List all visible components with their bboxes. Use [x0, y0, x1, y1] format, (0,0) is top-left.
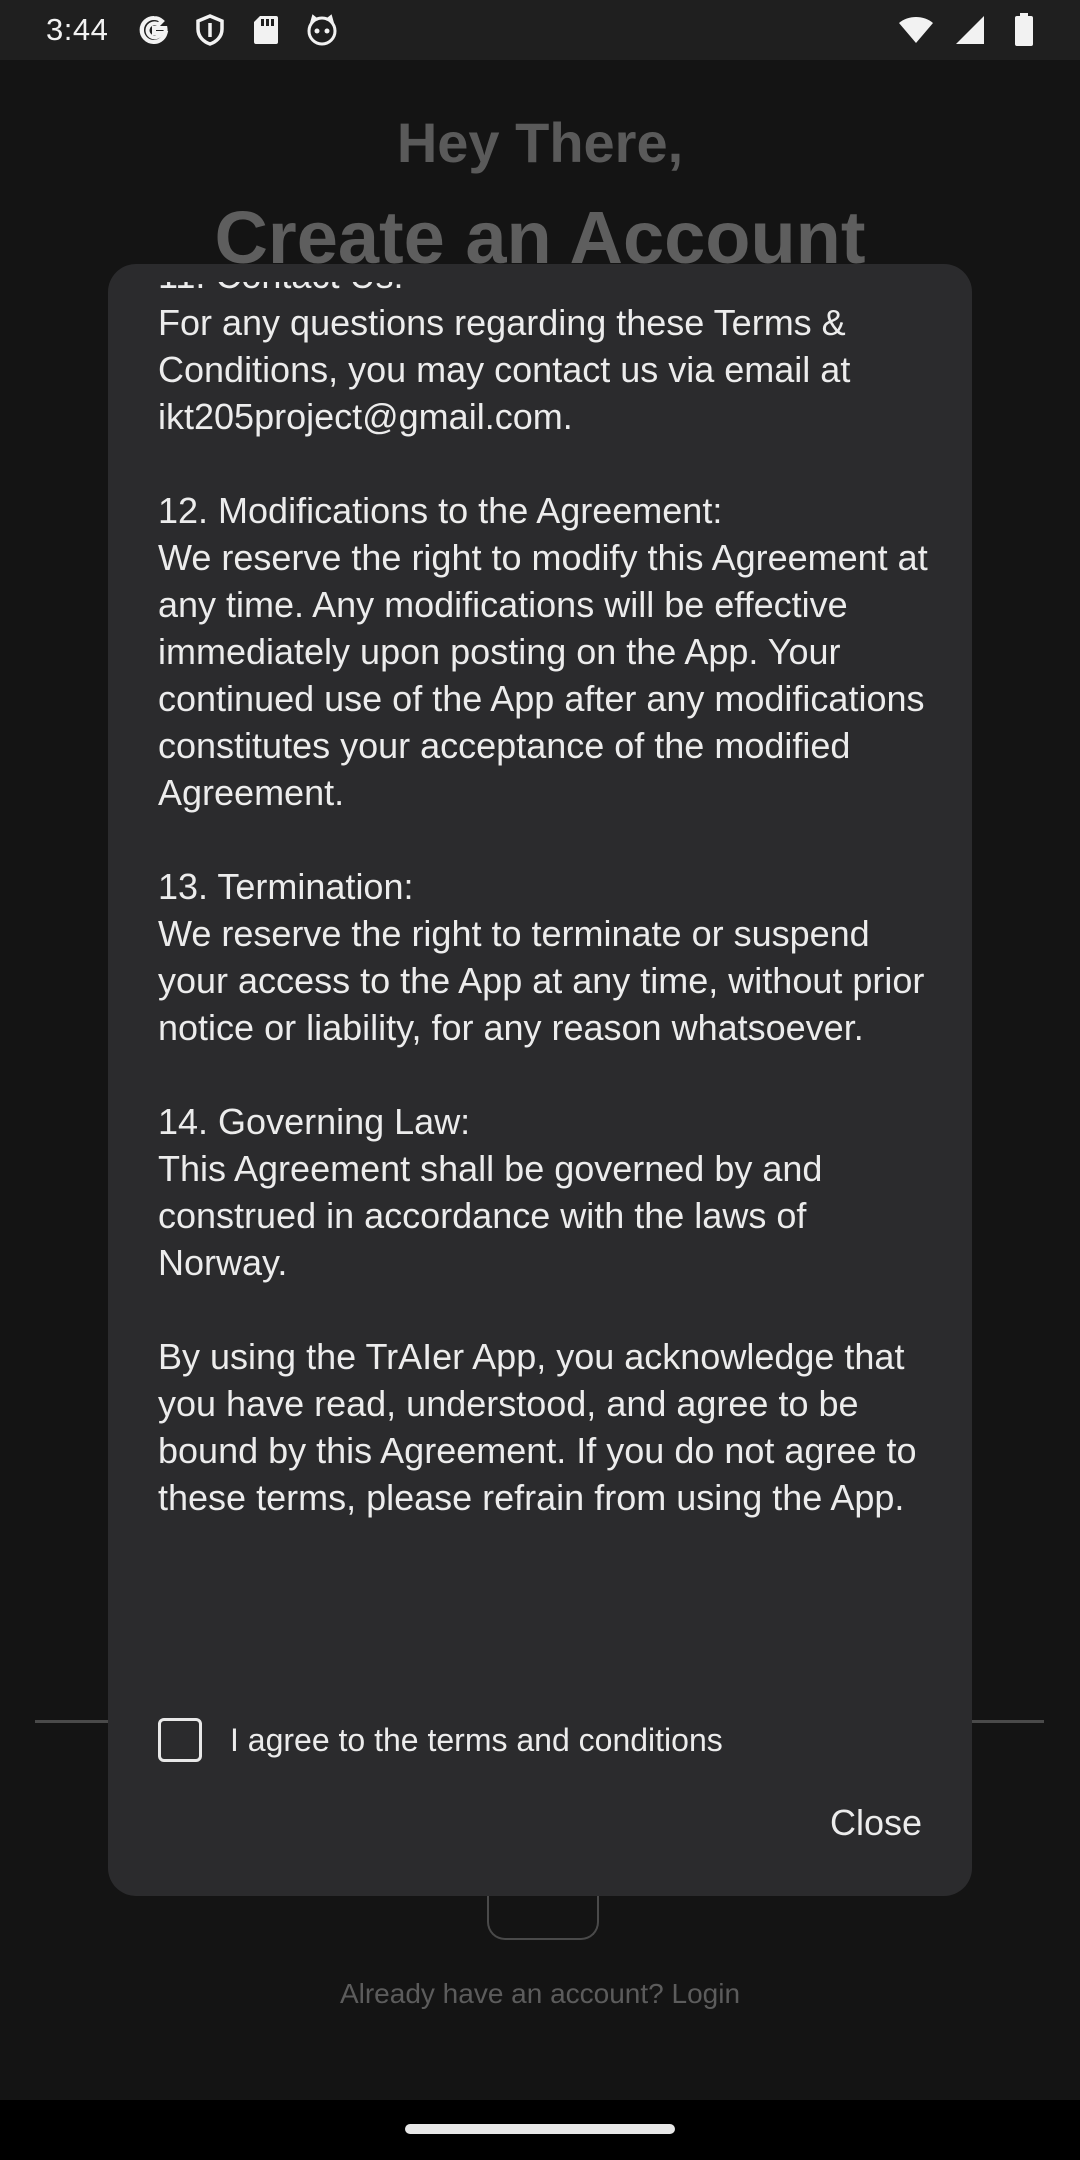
- divider-left: [35, 1720, 115, 1723]
- status-bar: 3:44: [0, 0, 1080, 60]
- agree-checkbox[interactable]: [158, 1718, 202, 1762]
- home-gesture-handle[interactable]: [405, 2124, 675, 2134]
- agree-checkbox-label[interactable]: I agree to the terms and conditions: [230, 1722, 723, 1759]
- terms-section-termination: 13. Termination: We reserve the right to…: [158, 866, 925, 1048]
- terms-acknowledgement: By using the TrAIer App, you acknowledge…: [158, 1336, 917, 1518]
- terms-section-contact: 11. Contact Us: For any questions regard…: [158, 282, 851, 437]
- status-time: 3:44: [46, 12, 109, 47]
- sd-card-icon: [248, 12, 284, 48]
- battery-icon: [1006, 12, 1042, 48]
- terms-content: 11. Contact Us: For any questions regard…: [158, 282, 938, 1568]
- wifi-icon: [898, 12, 934, 48]
- status-notification-icons: [136, 12, 340, 48]
- greeting-heading: Hey There,: [396, 111, 684, 174]
- terms-section-governing-law: 14. Governing Law: This Agreement shall …: [158, 1101, 823, 1283]
- terms-dialog: 11. Contact Us: For any questions regard…: [108, 264, 972, 1896]
- login-link: Already have an account? Login: [339, 1978, 741, 2009]
- cat-face-icon: [304, 12, 340, 48]
- close-button[interactable]: Close: [830, 1794, 922, 1852]
- signal-icon: [952, 12, 988, 48]
- terms-section-modifications: 12. Modifications to the Agreement: We r…: [158, 490, 928, 813]
- status-system-icons: [898, 12, 1042, 48]
- shield-icon: [192, 12, 228, 48]
- divider-right: [972, 1720, 1044, 1723]
- terms-scroll-area[interactable]: 11. Contact Us: For any questions regard…: [158, 282, 938, 1896]
- agree-checkbox-row[interactable]: I agree to the terms and conditions: [158, 1718, 723, 1762]
- google-icon: [136, 12, 172, 48]
